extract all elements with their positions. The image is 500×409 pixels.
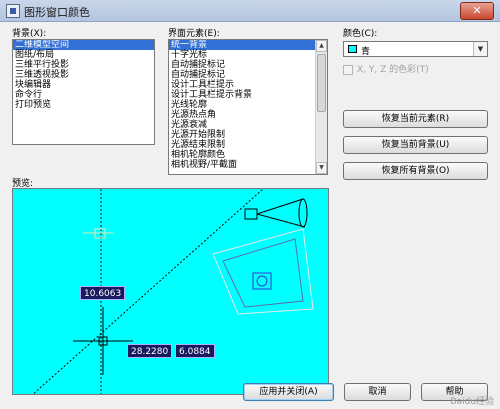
list-item[interactable]: 相机视野/平截面 — [169, 160, 327, 170]
list-item[interactable]: 光源衰减 — [169, 120, 327, 130]
chevron-down-icon[interactable]: ▼ — [473, 42, 487, 56]
cancel-button[interactable]: 取消 — [344, 383, 411, 401]
interface-element-listbox[interactable]: 统一背景 十字光标 自动捕捉标记 自动捕捉标记 设计工具栏提示 设计工具栏提示背景 光线轮廓… — [168, 39, 328, 175]
close-button[interactable]: ✕ — [460, 2, 494, 20]
dashed-diagonal-line — [32, 189, 264, 394]
preview-drawing — [32, 189, 314, 394]
tint-checkbox-row[interactable]: X, Y, Z 的色彩(T) — [343, 62, 429, 75]
list-item[interactable]: 三维平行投影 — [13, 60, 154, 70]
list-item[interactable]: 光源开始限制 — [169, 130, 327, 140]
restore-context-button[interactable]: 恢复当前背景(U) — [343, 136, 488, 154]
title-bar: 图形窗口颜色 ✕ — [0, 0, 500, 22]
interface-element-label: 界面元素(E): — [168, 29, 220, 39]
tint-checkbox-label: X, Y, Z 的色彩(T) — [357, 65, 429, 75]
color-value: 青 — [361, 47, 371, 57]
scroll-down-icon[interactable]: ▼ — [316, 162, 327, 174]
list-item[interactable]: 二维模型空间 — [13, 40, 154, 50]
camera-glyph — [212, 198, 314, 315]
list-item[interactable]: 块编辑器 — [13, 80, 154, 90]
coordinate-readout-1: 10.6063 — [80, 286, 126, 300]
color-dropdown[interactable]: 青 ▼ — [343, 41, 488, 57]
scroll-up-icon[interactable]: ▲ — [316, 40, 327, 52]
context-label: 背景(X): — [12, 29, 47, 39]
watermark: Baidu经验 — [450, 397, 494, 407]
dialog-body: 背景(X): 二维模型空间 图纸/布局 三维平行投影 三维透视投影 块编辑器 命令行 打印预… — [0, 22, 500, 409]
app-icon — [6, 4, 20, 18]
restore-element-button[interactable]: 恢复当前元素(R) — [343, 110, 488, 128]
list-item[interactable]: 命令行 — [13, 90, 154, 100]
list-item[interactable]: 相机轮廓颜色 — [169, 150, 327, 160]
apply-close-button[interactable]: 应用并关闭(A) — [243, 383, 334, 401]
list-item[interactable]: 自动捕捉标记 — [169, 60, 327, 70]
scroll-thumb[interactable] — [317, 54, 326, 112]
list-item[interactable]: 设计工具栏提示 — [169, 80, 327, 90]
coordinate-readout-3: 6.0884 — [175, 344, 215, 358]
list-item[interactable]: 光源结束限制 — [169, 140, 327, 150]
element-scrollbar[interactable]: ▲ ▼ — [315, 40, 327, 174]
list-item[interactable]: 三维透视投影 — [13, 70, 154, 80]
restore-all-button[interactable]: 恢复所有背景(O) — [343, 162, 488, 180]
list-item[interactable]: 图纸/布局 — [13, 50, 154, 60]
color-swatch — [348, 45, 357, 53]
list-item[interactable]: 自动捕捉标记 — [169, 70, 327, 80]
list-item[interactable]: 打印预览 — [13, 100, 154, 110]
list-item[interactable]: 光源热点角 — [169, 110, 327, 120]
context-listbox[interactable]: 二维模型空间 图纸/布局 三维平行投影 三维透视投影 块编辑器 命令行 打印预览 — [12, 39, 155, 145]
list-item[interactable]: 统一背景 — [169, 40, 327, 50]
list-item[interactable]: 光线轮廓 — [169, 100, 327, 110]
coordinate-readout-2: 28.2280 — [127, 344, 173, 358]
preview-panel: 10.6063 28.2280 6.0884 — [12, 188, 329, 395]
window-title: 图形窗口颜色 — [24, 6, 90, 19]
color-label: 颜色(C): — [343, 29, 378, 39]
list-item[interactable]: 设计工具栏提示背景 — [169, 90, 327, 100]
list-item[interactable]: 十字光标 — [169, 50, 327, 60]
tint-checkbox[interactable] — [343, 64, 353, 75]
